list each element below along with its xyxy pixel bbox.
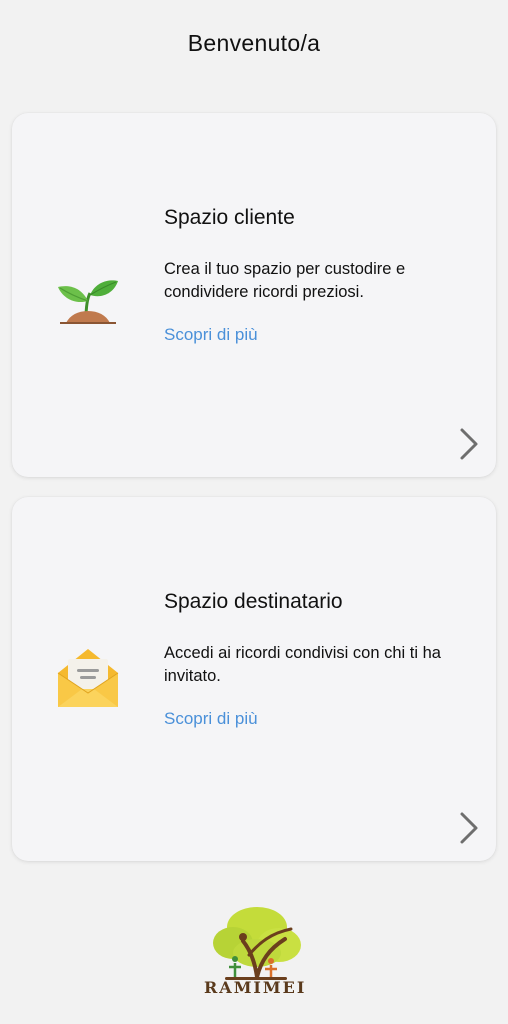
card-description: Accedi ai ricordi condivisi con chi ti h…: [164, 644, 441, 685]
learn-more-link[interactable]: Scopri di più: [164, 325, 258, 345]
learn-more-link[interactable]: Scopri di più: [164, 709, 258, 729]
sprout-icon: [56, 263, 120, 327]
chevron-right-icon[interactable]: [458, 427, 480, 461]
card-title: Spazio destinatario: [164, 590, 343, 613]
logo-text: RAMIMEI: [204, 978, 307, 997]
page-title: Benvenuto/a: [187, 30, 321, 56]
card-spazio-destinatario[interactable]: Spazio destinatario Accedi ai ricordi co…: [12, 497, 496, 861]
card-spazio-cliente[interactable]: Spazio cliente Crea il tuo spazio per cu…: [12, 113, 496, 477]
card-title: Spazio cliente: [164, 206, 295, 229]
card-description: Crea il tuo spazio per custodire e condi…: [164, 260, 406, 301]
chevron-right-icon[interactable]: [458, 811, 480, 845]
envelope-icon: [56, 645, 120, 709]
